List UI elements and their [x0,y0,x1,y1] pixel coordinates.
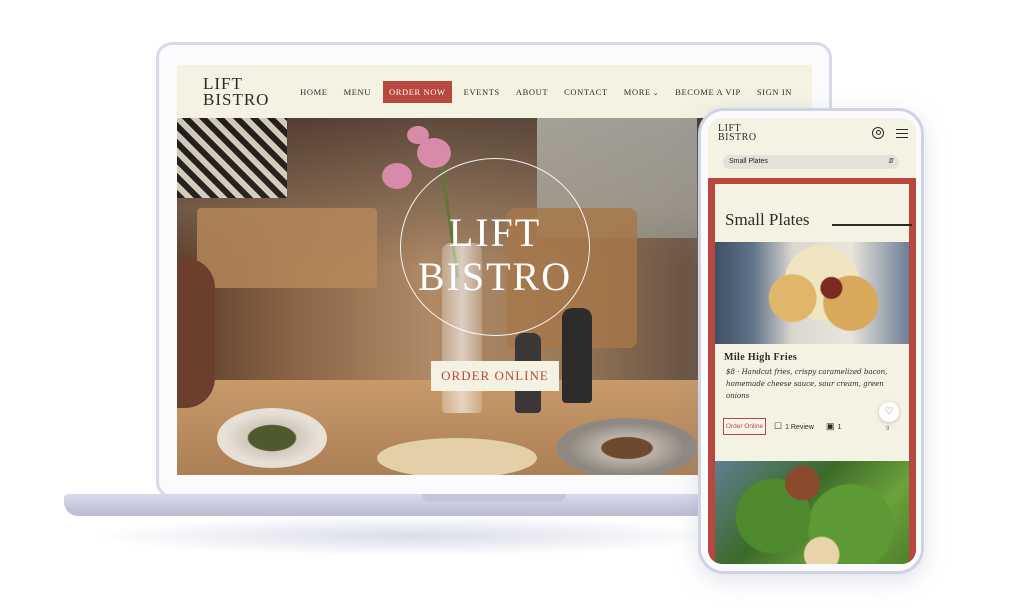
hero-bg-bread [377,438,537,475]
nav-about[interactable]: ABOUT [508,81,556,103]
category-select-value: Small Plates [729,158,768,165]
laptop-shadow [90,516,730,556]
nav-home[interactable]: HOME [292,81,335,103]
item-order-online-button[interactable]: Order Online [723,418,766,435]
mobile-logo-line-2: BISTRO [718,132,757,143]
nav-menu-link[interactable]: MENU [336,81,379,103]
heart-icon[interactable]: ♡ [879,402,899,422]
hero-bg-plate [217,408,327,468]
nav-sign-in[interactable]: SIGN IN [749,81,800,103]
order-online-button[interactable]: ORDER ONLINE [431,361,559,391]
nav-become-vip[interactable]: BECOME A VIP [667,81,749,103]
section-title: Small Plates [725,210,810,229]
nav-events[interactable]: EVENTS [456,81,508,103]
hero-logo-line-2: BISTRO [417,254,573,299]
nav-order-now-button[interactable]: ORDER NOW [383,81,452,103]
item-photos-link[interactable]: ▣ 1 [826,421,841,432]
item-photos-count: 1 [837,424,842,431]
hero-bg-hand [177,258,215,408]
item-description: $8 · Handcut fries, crispy caramelized b… [726,368,888,400]
mobile-site: LIFT BISTRO Small Plates ⇵ Small Plates … [708,118,916,564]
section-divider [832,224,912,226]
mobile-header: LIFT BISTRO [708,118,916,150]
nav-more[interactable]: MORE ⌄ [616,81,667,104]
hero-logo-line-1: LIFT [448,210,542,255]
nav-menu: HOME MENU ORDER NOW EVENTS ABOUT CONTACT… [292,81,800,103]
hero-bg-table [197,208,377,288]
hero-bg-flower [382,163,412,189]
item-reviews-label: 1 Review [785,424,814,431]
nav-contact[interactable]: CONTACT [556,81,616,103]
nav-more-label: MORE [623,86,651,97]
site-logo[interactable]: LIFT BISTRO [203,75,273,109]
next-item-photo[interactable] [715,461,909,564]
logo-line-2: BISTRO [203,90,270,109]
hero-logo: LIFT BISTRO [400,211,590,299]
select-arrows-icon: ⇵ [888,158,894,165]
chevron-down-icon: ⌄ [652,88,660,97]
item-name: Mile High Fries [724,352,798,363]
like-count: 9 [886,426,890,432]
mobile-logo[interactable]: LIFT BISTRO [718,124,757,143]
hero-bg-lattice [177,118,287,198]
hero-bg-plate [557,418,697,475]
hero-bg-grinder [562,308,592,403]
laptop-notch [422,494,566,502]
comment-icon: ☐ [774,421,783,431]
user-icon[interactable] [872,127,884,139]
item-photo[interactable] [715,242,909,344]
hero-bg-flower [407,126,429,144]
category-select[interactable]: Small Plates ⇵ [723,155,899,169]
hamburger-icon[interactable] [896,129,908,138]
image-icon: ▣ [826,421,835,431]
item-reviews-link[interactable]: ☐ 1 Review [774,421,814,432]
